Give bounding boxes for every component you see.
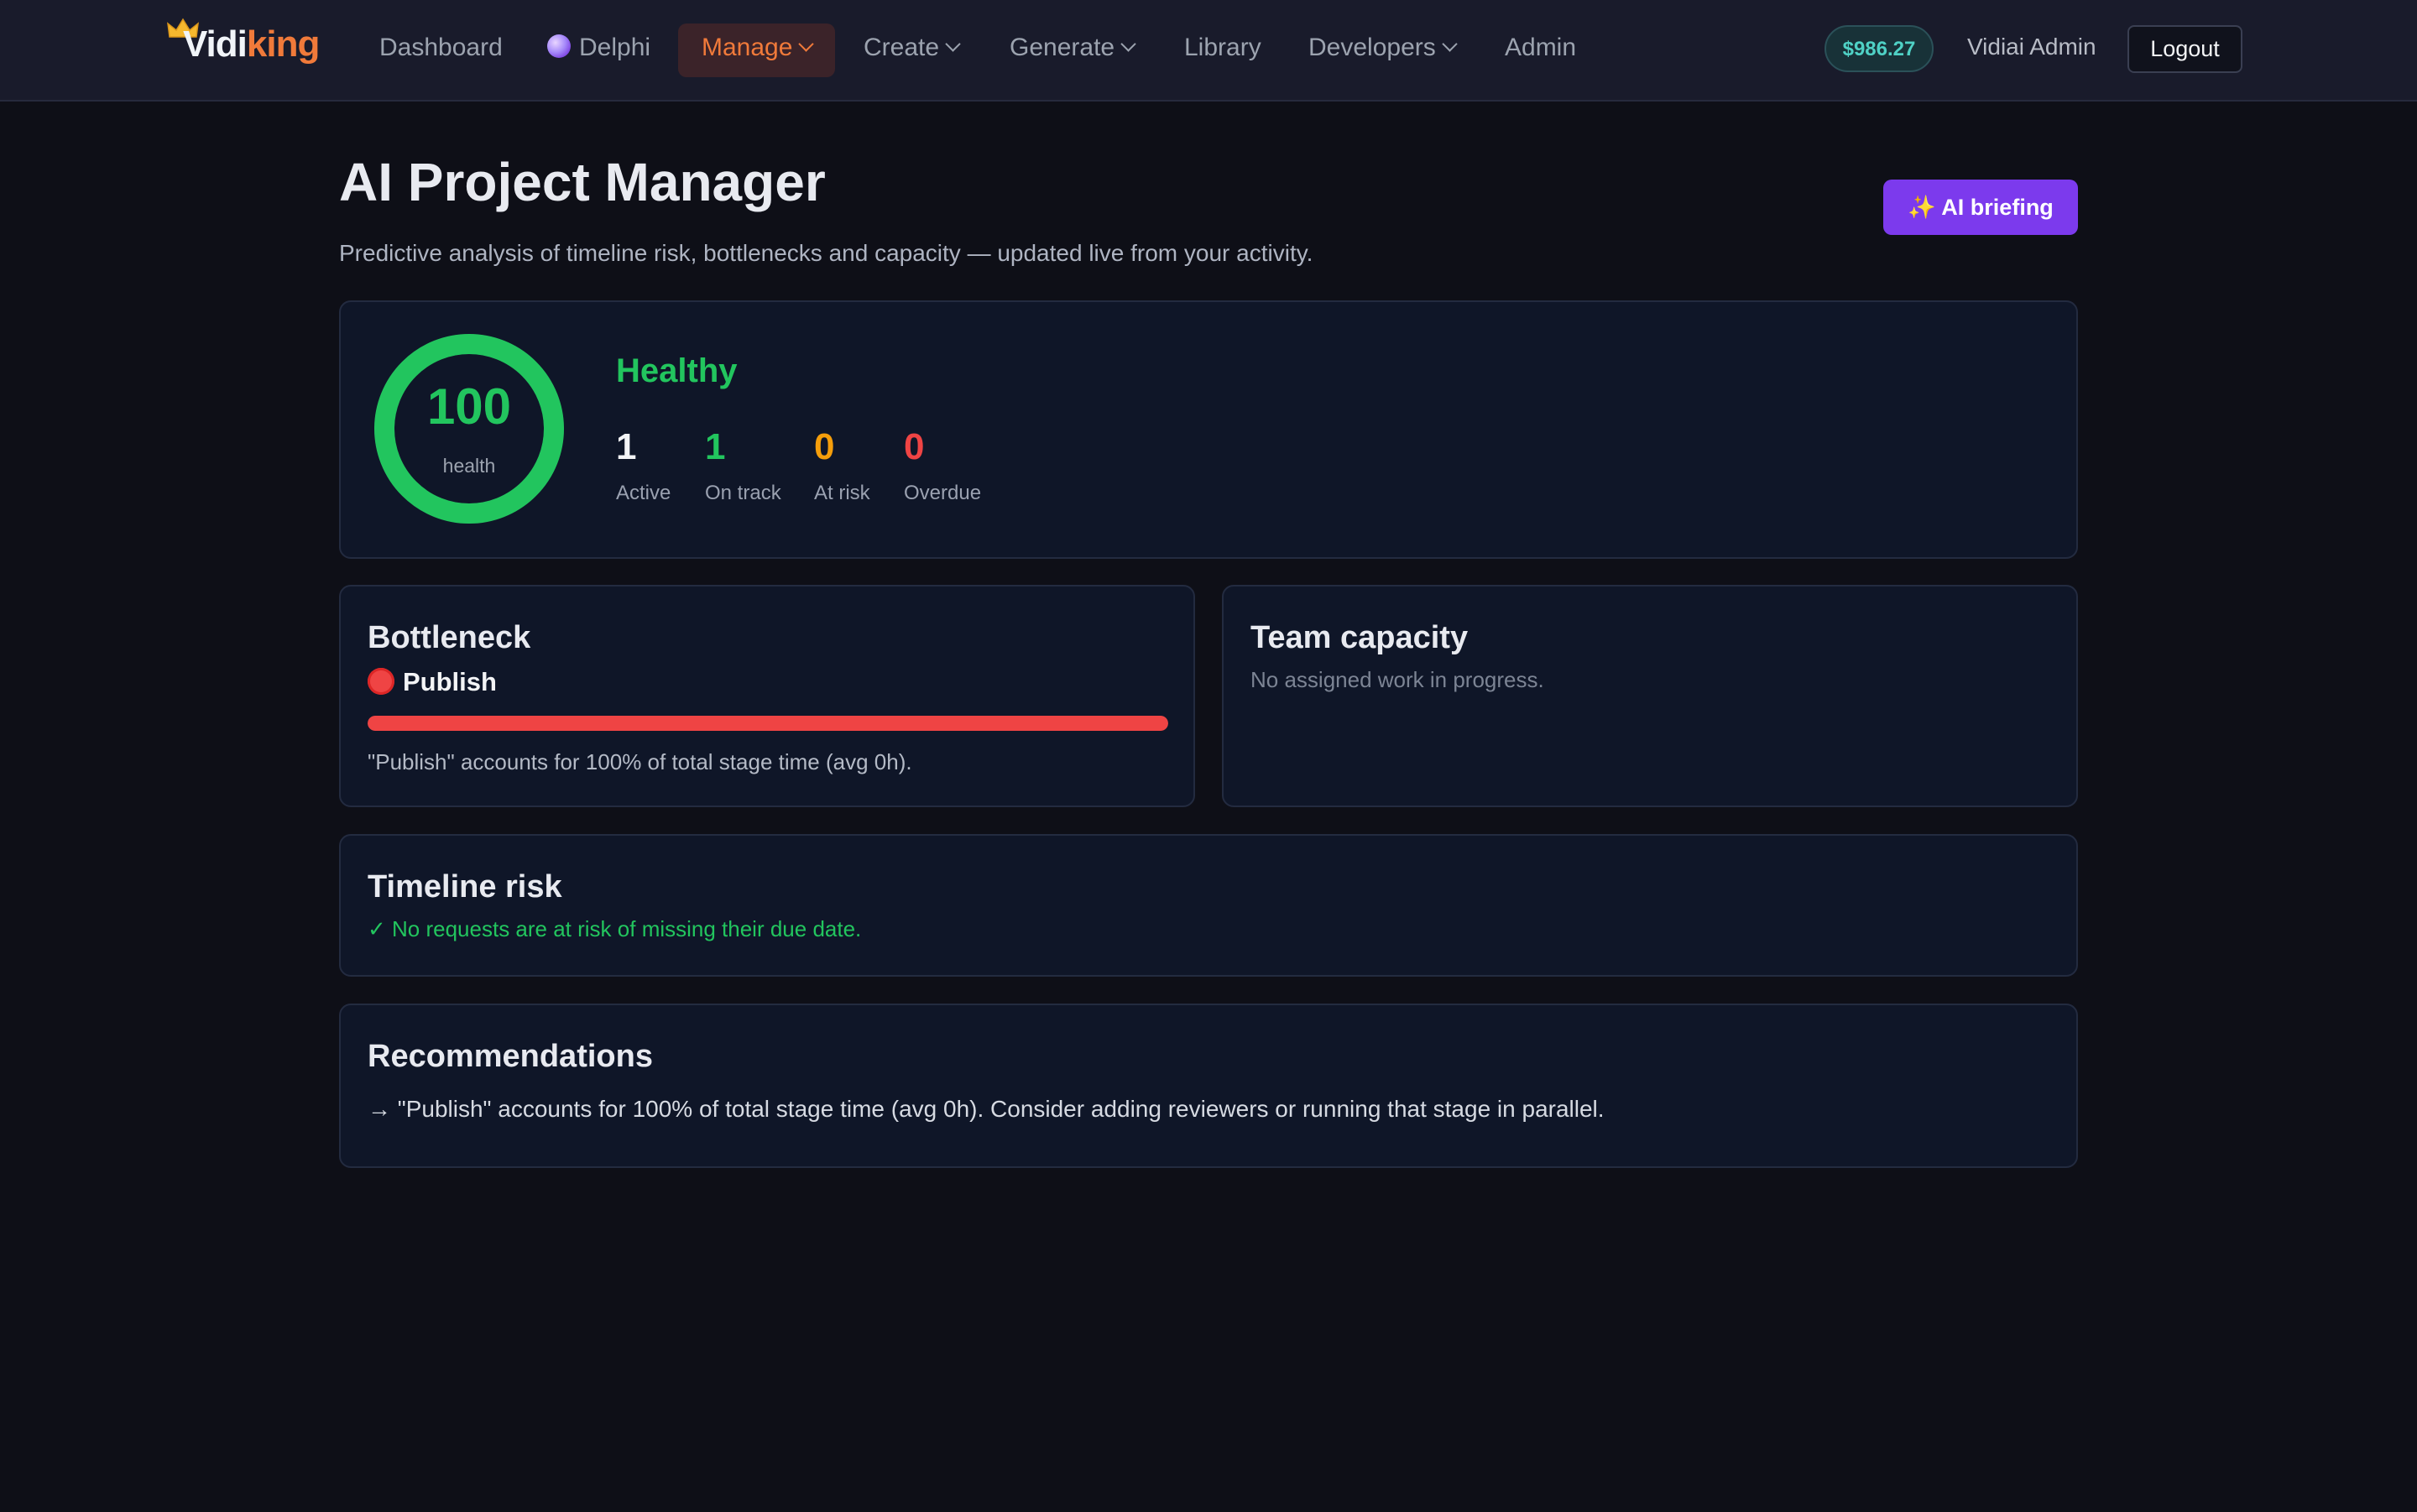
recommendations-title: Recommendations	[368, 1039, 653, 1074]
stat-active: 1 Active	[616, 426, 671, 505]
chevron-down-icon	[1120, 36, 1136, 52]
nav-library-label: Library	[1184, 34, 1261, 61]
bottleneck-stage: Publish	[368, 667, 497, 697]
crystal-ball-icon	[547, 34, 571, 59]
bottleneck-progress-bar	[368, 716, 1168, 731]
nav-delphi[interactable]: Delphi	[524, 23, 674, 77]
stat-at-risk-value: 0	[814, 426, 835, 467]
nav-manage-label: Manage	[702, 34, 793, 61]
health-score: 100	[426, 378, 512, 435]
bottleneck-card: Bottleneck Publish "Publish" accounts fo…	[339, 585, 1195, 807]
stat-overdue-value: 0	[904, 426, 925, 467]
logout-button[interactable]: Logout	[2127, 25, 2242, 73]
recommendations-card: Recommendations → "Publish" accounts for…	[339, 1004, 2078, 1168]
stat-on-track-label: On track	[705, 482, 781, 504]
balance-badge[interactable]: $986.27	[1824, 25, 1934, 72]
health-card: 100 health Healthy 1 Active 1 On track 0…	[339, 300, 2078, 559]
nav-admin-label: Admin	[1505, 34, 1577, 61]
health-status: Healthy	[616, 352, 738, 389]
stat-at-risk-label: At risk	[814, 482, 870, 504]
chevron-down-icon	[798, 36, 815, 52]
nav-developers-label: Developers	[1308, 34, 1436, 61]
nav-dashboard-label: Dashboard	[379, 34, 503, 61]
bottleneck-progress-fill	[368, 716, 1168, 731]
top-nav: Vidiking Dashboard Delphi Manage Create …	[0, 0, 2417, 102]
stat-on-track-value: 1	[705, 426, 726, 467]
health-score-label: health	[442, 455, 496, 477]
chevron-down-icon	[1442, 36, 1458, 52]
stat-active-value: 1	[616, 426, 637, 467]
nav-manage[interactable]: Manage	[678, 23, 836, 77]
user-name[interactable]: Vidiai Admin	[1967, 34, 2096, 60]
nav-create-label: Create	[864, 34, 940, 61]
nav-dashboard[interactable]: Dashboard	[356, 23, 526, 77]
recommendation-item: → "Publish" accounts for 100% of total s…	[368, 1096, 1605, 1122]
nav-generate[interactable]: Generate	[986, 23, 1157, 77]
timeline-card: Timeline risk ✓ No requests are at risk …	[339, 834, 2078, 977]
nav-delphi-label: Delphi	[579, 34, 651, 61]
nav-generate-label: Generate	[1010, 34, 1115, 61]
logo[interactable]: Vidiking	[183, 23, 320, 65]
chevron-down-icon	[945, 36, 961, 52]
bottleneck-stage-label: Publish	[403, 667, 497, 696]
bottleneck-title: Bottleneck	[368, 620, 531, 655]
nav-admin[interactable]: Admin	[1481, 23, 1600, 77]
logo-text-part1: Vidi	[183, 23, 248, 65]
stat-overdue-label: Overdue	[904, 482, 982, 504]
stop-sign-icon	[368, 667, 394, 695]
logo-text-part2: king	[246, 23, 320, 65]
stat-active-label: Active	[616, 482, 671, 504]
nav-developers[interactable]: Developers	[1285, 23, 1479, 77]
capacity-title: Team capacity	[1250, 620, 1469, 655]
bottleneck-description: "Publish" accounts for 100% of total sta…	[368, 749, 912, 774]
timeline-title: Timeline risk	[368, 869, 562, 905]
timeline-message: ✓ No requests are at risk of missing the…	[368, 916, 862, 941]
page-title: AI Project Manager	[339, 152, 826, 212]
capacity-message: No assigned work in progress.	[1250, 667, 1544, 692]
stat-on-track: 1 On track	[705, 426, 781, 505]
ai-briefing-button[interactable]: ✨ AI briefing	[1883, 180, 2078, 235]
nav-create[interactable]: Create	[840, 23, 982, 77]
nav-library[interactable]: Library	[1161, 23, 1285, 77]
page-subtitle: Predictive analysis of timeline risk, bo…	[339, 240, 1313, 266]
stat-at-risk: 0 At risk	[814, 426, 870, 505]
stat-overdue: 0 Overdue	[904, 426, 981, 505]
capacity-card: Team capacity No assigned work in progre…	[1222, 585, 2078, 807]
